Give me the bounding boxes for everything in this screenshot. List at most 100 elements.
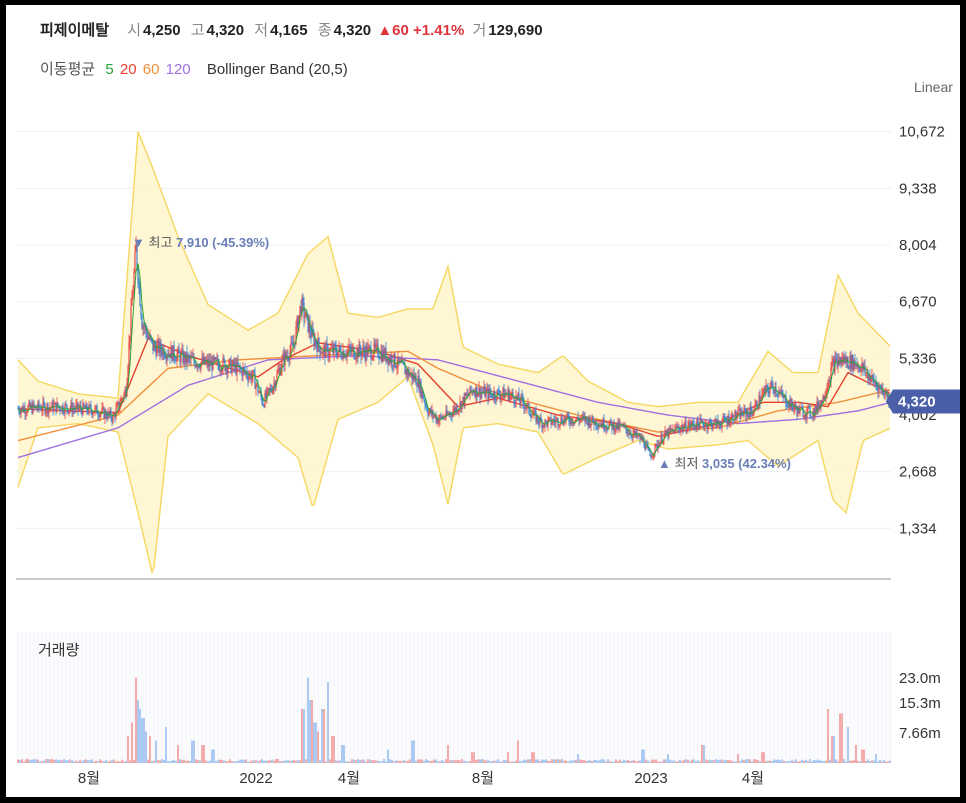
volume-bar (519, 760, 521, 763)
candle-body (428, 411, 430, 416)
candle-body (372, 355, 374, 359)
x-tick-label: 8월 (78, 770, 100, 787)
volume-bar (485, 760, 487, 763)
x-tick-label: 2022 (239, 770, 272, 787)
volume-bar (233, 761, 235, 763)
volume-bar (571, 760, 573, 763)
volume-bar (597, 760, 599, 763)
volume-bar (439, 761, 441, 763)
volume-bar (841, 713, 843, 763)
candle-body (864, 365, 866, 374)
volume-bar (863, 749, 865, 763)
volume-bar (473, 752, 475, 763)
volume-bar (467, 761, 469, 763)
volume-bar (525, 760, 527, 763)
candle-body (803, 416, 805, 418)
volume-bar (193, 740, 195, 763)
candle-body (470, 386, 472, 392)
candle-body (509, 395, 511, 401)
volume-bar (869, 761, 871, 763)
volume-bar (771, 761, 773, 763)
x-tick-label: 8월 (472, 770, 494, 787)
volume-bar (673, 760, 675, 763)
volume-bar (615, 759, 617, 763)
volume-bar (703, 745, 705, 763)
volume-bar (849, 760, 851, 763)
candle-body (43, 401, 45, 405)
volume-bar (121, 759, 123, 763)
volume-bar (277, 759, 279, 763)
volume-bar (545, 759, 547, 763)
volume-bar (95, 760, 97, 763)
volume-bar (621, 761, 623, 763)
volume-bar (811, 761, 813, 763)
volume-bar (457, 759, 459, 763)
price-tick-label: 1,334 (899, 520, 937, 537)
volume-bar (63, 759, 65, 763)
volume-bar (177, 745, 179, 763)
volume-bar (497, 759, 499, 763)
volume-bar (757, 760, 759, 763)
volume-bar (243, 759, 245, 763)
volume-bar (241, 759, 243, 763)
volume-bar (569, 760, 571, 763)
volume-bar (391, 760, 393, 763)
candle-body (363, 346, 365, 352)
volume-bar (283, 760, 285, 763)
current-price-tag: 4,320 (886, 389, 960, 414)
volume-bar (173, 759, 175, 763)
volume-bar (465, 761, 467, 763)
volume-bar (45, 758, 47, 763)
volume-bar (43, 760, 45, 763)
volume-bar (803, 760, 805, 763)
volume-bar (297, 759, 299, 763)
volume-bar (357, 759, 359, 763)
volume-bar (55, 759, 57, 763)
volume-bar (553, 759, 555, 763)
volume-bar (713, 760, 715, 763)
high-marker-icon: ▼ (132, 235, 148, 250)
volume-bar (839, 713, 841, 763)
volume-bar (307, 677, 309, 763)
volume-bar (279, 761, 281, 763)
candle-body (440, 415, 442, 417)
candle-body (446, 410, 448, 415)
volume-bar (533, 752, 535, 763)
volume-bar (661, 761, 663, 763)
volume-bar (843, 758, 845, 763)
volume-bar (265, 760, 267, 763)
price-chart[interactable]: 10,6729,3388,0046,6705,3364,0022,6681,33… (6, 5, 960, 797)
volume-bar (809, 758, 811, 763)
price-tick-label: 2,668 (899, 464, 937, 481)
candle-body (577, 416, 579, 420)
volume-bar (395, 760, 397, 763)
volume-bar (77, 761, 79, 763)
volume-bar (341, 745, 343, 763)
x-tick-label: 4월 (338, 770, 360, 787)
volume-bar (57, 760, 59, 763)
volume-bar (379, 761, 381, 763)
volume-bar (85, 759, 87, 763)
volume-bar (851, 760, 853, 763)
volume-bar (707, 760, 709, 763)
volume-bar (59, 759, 61, 763)
volume-bar (643, 749, 645, 763)
volume-bar (147, 759, 149, 763)
candle-body (290, 342, 292, 352)
candle-body (291, 342, 293, 344)
candle-body (757, 408, 759, 410)
volume-bar (263, 760, 265, 763)
volume-bar (461, 759, 463, 763)
volume-bar (747, 759, 749, 763)
volume-bar (721, 759, 723, 763)
candle-body (359, 344, 361, 352)
volume-bar (539, 761, 541, 763)
volume-bar (577, 754, 579, 763)
candle-body (131, 299, 133, 306)
volume-bar (107, 761, 109, 763)
volume-bar (585, 761, 587, 763)
candle-body (176, 354, 178, 362)
volume-bar (65, 760, 67, 763)
volume-bar (389, 759, 391, 763)
volume-bar (685, 759, 687, 763)
